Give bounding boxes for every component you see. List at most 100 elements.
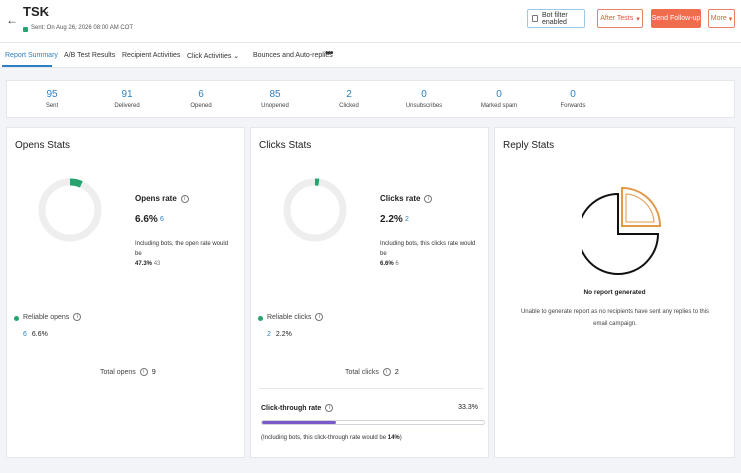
back-arrow-icon[interactable]: ←	[6, 13, 18, 27]
opens-bot-note: Including bots, the open rate would be 4…	[135, 239, 235, 269]
no-report-heading: No report generated	[583, 289, 646, 296]
caret-down-icon: ▾	[636, 15, 640, 23]
metric-label: Sent	[45, 103, 59, 109]
info-icon[interactable]: i	[139, 368, 148, 376]
tab-bounces-auto-replies[interactable]: Bounces and Auto-replies	[253, 52, 333, 59]
reliable-opens-label-row: Reliable opens i	[23, 313, 82, 321]
metric-label: Forwards	[560, 103, 586, 109]
info-icon[interactable]: i	[325, 404, 334, 412]
clicks-donut-chart	[283, 178, 347, 242]
empty-pie-chart-icon	[582, 186, 662, 275]
campaign-header: ← TSK ⌄ Sent: On Aug 26, 2026 08:00 AM C…	[0, 0, 741, 42]
donut-track	[38, 178, 102, 242]
after-tests-label: After Tests	[600, 15, 634, 22]
total-opens-label: Total opens	[100, 369, 136, 376]
sent-status-icon	[23, 27, 28, 32]
info-icon[interactable]: i	[73, 313, 82, 321]
clicks-stats-title: Clicks Stats	[259, 140, 312, 151]
opens-bot-note-text: Including bots, the open rate would be	[135, 241, 229, 257]
metric-value: 0	[570, 89, 576, 100]
caret-down-icon: ▾	[728, 15, 733, 23]
tab-ab-test-results[interactable]: A/B Test Results	[64, 52, 115, 59]
ctr-note-pre: (Including bots, this click-through rate…	[261, 435, 387, 441]
metric-marked-spam[interactable]: 0 Marked spam	[469, 89, 529, 109]
info-icon[interactable]: i	[180, 195, 189, 203]
opens-stats-card: Opens Stats Opens rate i 6.6% 6 Including…	[6, 127, 245, 458]
metric-unsubscribes[interactable]: 0 Unsubscribes	[394, 89, 454, 109]
reliable-clicks-label-row: Reliable clicks i	[267, 313, 324, 321]
opens-stats-title: Opens Stats	[15, 140, 71, 151]
metric-unopened[interactable]: 85 Unopened	[245, 89, 305, 109]
report-tabs: Report Summary A/B Test Results Recipien…	[0, 42, 741, 68]
ctr-value: 33.3%	[458, 404, 478, 411]
tab-recipient-activities[interactable]: Recipient Activities	[122, 52, 180, 59]
no-report-message: Unable to generate report as no recipien…	[520, 309, 710, 327]
metric-forwards[interactable]: 0 Forwards	[543, 89, 603, 109]
opens-rate-label-row: Opens rate i	[135, 194, 189, 203]
clicks-rate-label-row: Clicks rate i	[380, 194, 433, 203]
sent-timestamp: Sent: On Aug 26, 2026 08:00 AM COT	[31, 25, 134, 31]
ctr-note-post: )	[399, 435, 402, 441]
metric-opened[interactable]: 6 Opened	[171, 89, 231, 109]
opens-bot-note-pct: 47.3%	[135, 261, 153, 267]
ctr-progress-bar	[261, 420, 485, 425]
reply-stats-card: Reply Stats No report generated Unable t…	[494, 127, 735, 458]
clicks-bot-note-count: 6	[395, 261, 399, 267]
metric-label: Unsubscribes	[405, 103, 443, 109]
total-clicks-label: Total clicks	[345, 369, 379, 376]
metric-label: Clicked	[339, 103, 359, 109]
tab-click-activities[interactable]: Click Activities ⌄	[187, 52, 239, 60]
total-opens-value: 9	[151, 369, 156, 376]
more-label: More	[710, 15, 727, 22]
reliable-clicks-dot	[258, 316, 263, 321]
clicks-bot-note-pct: 6.6%	[380, 261, 394, 267]
ctr-progress-fill	[262, 421, 336, 424]
reliable-opens-dot	[14, 316, 19, 321]
total-opens-row: Total opens i 9	[100, 368, 156, 376]
summary-metrics: 95 Sent 91 Delivered 6 Opened 85 Unopene…	[6, 80, 735, 118]
opens-rate-percent: 6.6%	[135, 214, 158, 225]
opens-rate-arc	[69, 178, 83, 188]
metric-clicked[interactable]: 2 Clicked	[319, 89, 379, 109]
more-tabs-icon[interactable]: •••	[325, 48, 333, 59]
clicks-stats-card: Clicks Stats Clicks rate i 2.2% 2 Includi…	[250, 127, 489, 458]
clicks-bot-note-text: Including bots, this clicks rate would b…	[380, 241, 476, 257]
ctr-label: Click-through rate	[261, 405, 322, 412]
info-icon[interactable]: i	[315, 313, 324, 321]
active-tab-indicator	[2, 65, 52, 67]
reliable-clicks-values: 2 2.2%	[267, 331, 292, 338]
clicks-rate-count[interactable]: 2	[405, 216, 409, 223]
tab-report-summary[interactable]: Report Summary	[5, 52, 58, 59]
reliable-clicks-count[interactable]: 2	[267, 331, 271, 338]
ctr-note-pct: 14%	[387, 435, 400, 441]
opens-rate-count[interactable]: 6	[160, 216, 164, 223]
metric-label: Delivered	[114, 103, 140, 109]
reliable-clicks-pct: 2.2%	[275, 331, 292, 338]
ctr-bot-note: (Including bots, this click-through rate…	[261, 435, 402, 441]
metric-value: 0	[421, 89, 427, 100]
reliable-clicks-label: Reliable clicks	[267, 314, 312, 321]
chevron-down-icon[interactable]: ⌄	[42, 6, 50, 17]
opens-bot-note-count: 43	[153, 261, 161, 267]
clicks-rate-label: Clicks rate	[380, 194, 421, 203]
reliable-opens-pct: 6.6%	[31, 331, 48, 338]
checkbox-icon[interactable]	[532, 15, 538, 22]
metric-delivered[interactable]: 91 Delivered	[97, 89, 157, 109]
more-button[interactable]: More ▾	[708, 9, 735, 28]
reliable-opens-count[interactable]: 6	[23, 331, 27, 338]
after-tests-button[interactable]: After Tests ▾	[597, 9, 643, 28]
reply-stats-title: Reply Stats	[503, 140, 555, 151]
metric-value: 91	[121, 89, 133, 100]
donut-track	[283, 178, 347, 242]
metric-label: Unopened	[261, 103, 289, 109]
metric-value: 85	[269, 89, 281, 100]
clicks-bot-note: Including bots, this clicks rate would b…	[380, 239, 480, 269]
info-icon[interactable]: i	[382, 368, 391, 376]
bot-filter-toggle[interactable]: Bot filter enabled	[527, 9, 585, 28]
divider	[259, 388, 484, 389]
total-clicks-row: Total clicks i 2	[345, 368, 399, 376]
info-icon[interactable]: i	[424, 195, 433, 203]
metric-sent[interactable]: 95 Sent	[22, 89, 82, 109]
send-followup-button[interactable]: Send Follow-up	[651, 9, 701, 28]
total-clicks-value: 2	[394, 369, 399, 376]
